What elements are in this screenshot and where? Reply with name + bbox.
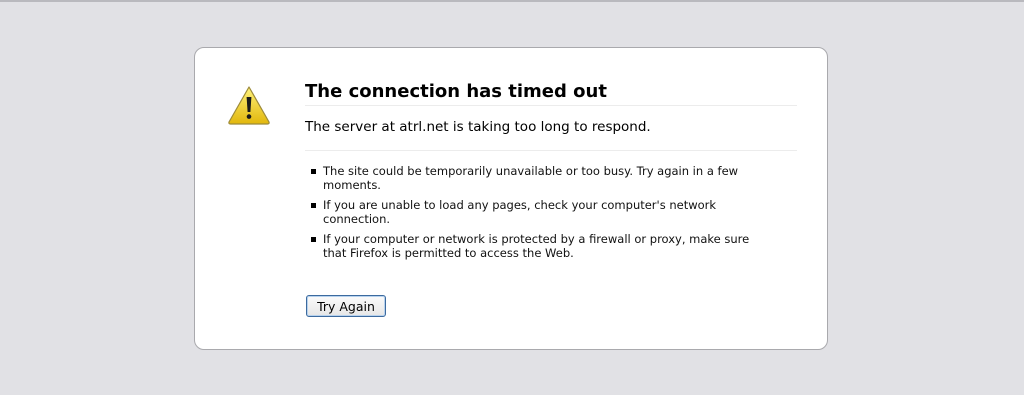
top-border bbox=[0, 0, 1024, 2]
suggestion-text: If you are unable to load any pages, che… bbox=[323, 198, 717, 226]
bullet-icon bbox=[311, 203, 316, 208]
bullet-icon bbox=[311, 169, 316, 174]
error-page-container: The connection has timed out The server … bbox=[194, 47, 828, 350]
bullet-icon bbox=[311, 237, 316, 242]
suggestion-list: The site could be temporarily unavailabl… bbox=[305, 164, 765, 266]
suggestion-text: The site could be temporarily unavailabl… bbox=[323, 164, 739, 192]
warning-icon bbox=[227, 85, 271, 125]
list-item: If you are unable to load any pages, che… bbox=[305, 198, 765, 226]
try-again-button[interactable]: Try Again bbox=[306, 295, 386, 317]
error-short-description: The server at atrl.net is taking too lon… bbox=[305, 119, 797, 151]
list-item: The site could be temporarily unavailabl… bbox=[305, 164, 765, 192]
list-item: If your computer or network is protected… bbox=[305, 232, 765, 260]
error-title: The connection has timed out bbox=[305, 81, 797, 106]
suggestion-text: If your computer or network is protected… bbox=[323, 232, 750, 260]
